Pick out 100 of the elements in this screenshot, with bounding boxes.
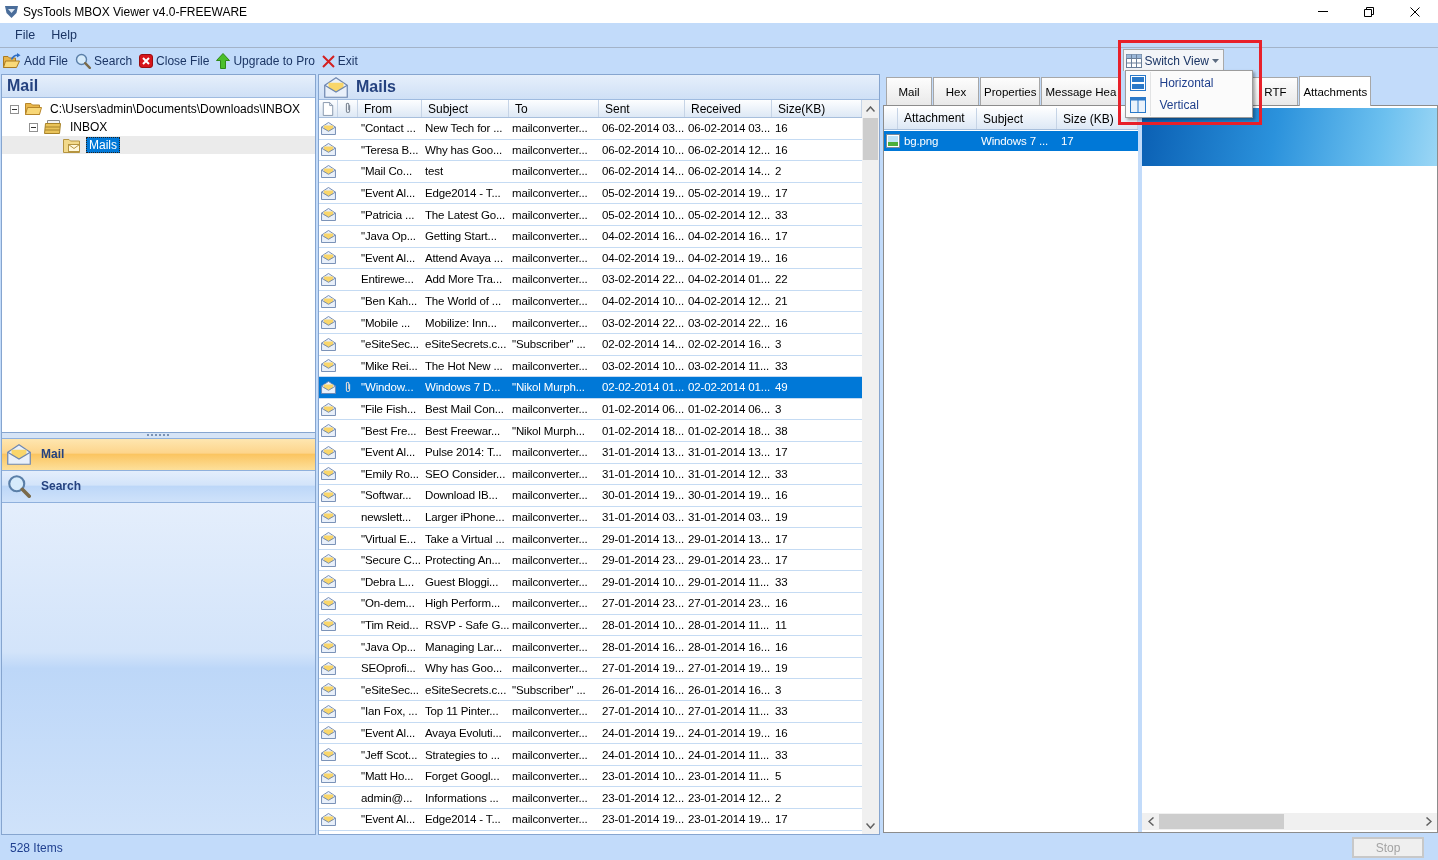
- search-button[interactable]: Search: [74, 50, 137, 72]
- tree-item[interactable]: Mails: [86, 137, 120, 153]
- column-header[interactable]: To: [509, 100, 599, 117]
- mail-row[interactable]: "Mail Co... test mailconverter... 06-02-2014 14... 06-02-2014 14... 2: [319, 161, 862, 183]
- mail-row[interactable]: "Contact ... New Tech for ... mailconverter... 06-02-2014 03... 06-02-2014 03... 16: [319, 118, 862, 140]
- mail-row[interactable]: "eSiteSec... eSiteSecrets.c... "Subscriber" ... 02-02-2014 14... 02-02-2014 16... 3: [319, 333, 862, 356]
- envelope-icon: [321, 791, 336, 805]
- table-cell-text: 01-02-2014 06...: [687, 403, 771, 415]
- nav-button[interactable]: Mail: [2, 437, 315, 470]
- mail-row[interactable]: "Tim Reid... RSVP - Safe G... mailconverter... 28-01-2014 10... 28-01-2014 11... 11: [319, 614, 862, 637]
- tree-item[interactable]: INBOX: [67, 119, 111, 135]
- table-cell-text: mailconverter...: [511, 662, 589, 675]
- table-cell-text: The Hot New ...: [424, 359, 504, 372]
- mail-row[interactable]: "Softwar... Download IB... mailconverter... 30-01-2014 19... 30-01-2014 19... 16: [319, 485, 862, 507]
- tab[interactable]: Hex: [933, 77, 979, 105]
- menu-item[interactable]: Horizontal: [1125, 72, 1252, 94]
- mail-row[interactable]: "Event Al... Avaya Evoluti... mailconverter... 24-01-2014 19... 24-01-2014 19... 16: [319, 722, 862, 745]
- menu-item[interactable]: Help: [43, 25, 85, 45]
- mail-row[interactable]: newslett... Larger iPhone... mailconverter... 31-01-2014 03... 31-01-2014 03... 19: [319, 506, 862, 529]
- table-cell-text: 38: [774, 424, 789, 437]
- mail-row[interactable]: "Matt Ho... Forget Googl... mailconverter... 23-01-2014 10... 23-01-2014 11... 5: [319, 765, 862, 788]
- column-header[interactable]: Subject: [422, 100, 509, 117]
- table-cell-text: 26-01-2014 16...: [601, 683, 685, 696]
- chevron-right-icon[interactable]: [1425, 817, 1432, 826]
- table-cell-text: 23-01-2014 11...: [687, 770, 771, 783]
- chevron-up-icon[interactable]: [866, 105, 875, 112]
- mail-row[interactable]: "Event Al... Edge2014 - T... mailconverter... 23-01-2014 19... 23-01-2014 19... 17: [319, 809, 862, 831]
- table-cell-text: 33: [774, 575, 789, 588]
- mail-row[interactable]: "Java Op... Managing Lar... mailconverter... 28-01-2014 16... 28-01-2014 16... 16: [319, 636, 862, 658]
- envelope-icon: [321, 618, 336, 632]
- mail-row[interactable]: "Debra L... Guest Bloggi... mailconverter... 29-01-2014 10... 29-01-2014 11... 33: [319, 571, 862, 594]
- envelope-icon: [321, 143, 336, 157]
- column-header[interactable]: From: [358, 100, 422, 117]
- tab[interactable]: Attachments: [1299, 76, 1372, 106]
- envelope-icon: [321, 575, 336, 589]
- mail-row[interactable]: "Event Al... Pulse 2014: T... mailconverter... 31-01-2014 13... 31-01-2014 13... 17: [319, 441, 862, 464]
- item-count: 528 Items: [10, 840, 63, 855]
- mail-row[interactable]: "Jeff Scot... Strategies to ... mailconverter... 24-01-2014 10... 24-01-2014 11... 33: [319, 744, 862, 766]
- mail-row[interactable]: "Patricia ... The Latest Go... mailconverter... 05-02-2014 10... 05-02-2014 12... 33: [319, 204, 862, 226]
- tab[interactable]: Mail: [886, 77, 932, 105]
- column-header[interactable]: Attachment: [898, 108, 977, 129]
- mail-row[interactable]: "Teresa B... Why has Goo... mailconverter... 06-02-2014 10... 06-02-2014 12... 16: [319, 139, 862, 162]
- vertical-scrollbar[interactable]: [862, 100, 879, 834]
- upgrade-button[interactable]: Upgrade to Pro: [215, 50, 319, 72]
- envelope-icon: [321, 748, 336, 761]
- table-cell-text: 06-02-2014 14...: [601, 165, 685, 178]
- mail-row[interactable]: "Emily Ro... SEO Consider... mailconverter... 31-01-2014 10... 31-01-2014 12... 33: [319, 463, 862, 486]
- mail-row[interactable]: "File Fish... Best Mail Con... mailconverter... 01-02-2014 06... 01-02-2014 06... 3: [319, 398, 862, 421]
- switch-view-button[interactable]: Switch View: [1122, 49, 1224, 71]
- mail-row[interactable]: "Event Al... Edge2014 - T... mailconverter... 05-02-2014 19... 05-02-2014 19... 17: [319, 182, 862, 205]
- tab[interactable]: Properties: [980, 77, 1041, 105]
- collapse-icon[interactable]: [10, 104, 19, 114]
- page-icon[interactable]: [322, 101, 334, 116]
- tab[interactable]: Message Hea: [1041, 77, 1121, 105]
- mail-row[interactable]: "Window... Windows 7 D... "Nikol Murph... 02-02-2014 01... 02-02-2014 01... 49: [319, 377, 862, 399]
- table-cell-text: "Virtual E...: [360, 532, 417, 545]
- close-icon: [139, 54, 154, 68]
- search-icon: [7, 474, 31, 498]
- mail-row[interactable]: Entirewe... Add More Tra... mailconverter... 03-02-2014 22... 04-02-2014 01... 22: [319, 269, 862, 291]
- mail-row[interactable]: "On-dem... High Perform... mailconverter... 27-01-2014 23... 27-01-2014 23... 16: [319, 593, 862, 615]
- chevron-left-icon[interactable]: [1147, 817, 1154, 826]
- column-header[interactable]: Subject: [977, 108, 1057, 129]
- mail-row[interactable]: "Ian Fox, ... Top 11 Pinter... mailconverter... 27-01-2014 10... 27-01-2014 11... 33: [319, 701, 862, 723]
- mail-row[interactable]: "Event Al... Attend Avaya ... mailconverter... 04-02-2014 19... 04-02-2014 19... 16: [319, 247, 862, 270]
- tree-item[interactable]: C:\Users\admin\Documents\Downloads\INBOX: [47, 101, 304, 117]
- folder-icon: [25, 102, 42, 116]
- mail-row[interactable]: "Java Op... Getting Start... mailconverter... 04-02-2014 16... 04-02-2014 16... 17: [319, 225, 862, 248]
- table-cell-text: "Ian Fox, ...: [360, 705, 419, 718]
- mail-row[interactable]: "Secure C... Protecting An... mailconverter... 29-01-2014 23... 29-01-2014 23... 17: [319, 549, 862, 572]
- nav-button[interactable]: Search: [2, 469, 315, 502]
- column-header[interactable]: Sent: [599, 100, 685, 117]
- table-cell-text: The Latest Go...: [424, 208, 507, 221]
- envelope-icon: [321, 596, 336, 610]
- envelope-icon: [321, 272, 336, 286]
- mail-row[interactable]: "Virtual E... Take a Virtual ... mailconverter... 29-01-2014 13... 29-01-2014 13... 17: [319, 528, 862, 550]
- table-cell-text: 27-01-2014 19...: [687, 662, 771, 675]
- scrollbar-thumb[interactable]: [1159, 814, 1284, 829]
- mail-row[interactable]: "Best Fre... Best Freewar... "Nikol Murph... 01-02-2014 18... 01-02-2014 18... 38: [319, 420, 862, 442]
- column-header[interactable]: Received: [685, 100, 772, 117]
- chevron-down-icon[interactable]: [866, 822, 875, 829]
- table-cell-text: Edge2014 - T...: [424, 813, 502, 826]
- mail-row[interactable]: "eSiteSec... eSiteSecrets.c... "Subscriber" ... 26-01-2014 16... 26-01-2014 16... 3: [319, 679, 862, 702]
- table-cell-text: Entirewe...: [360, 273, 415, 286]
- close-file-button[interactable]: Close File: [138, 50, 214, 72]
- mail-row[interactable]: "Ben Kah... The World of ... mailconverter... 04-02-2014 10... 04-02-2014 12... 21: [319, 290, 862, 313]
- mail-row[interactable]: admin@... Informations ... mailconverter... 23-01-2014 12... 23-01-2014 12... 2: [319, 787, 862, 809]
- mail-row[interactable]: "Mobile ... Mobilize: Inn... mailconverter... 03-02-2014 22... 03-02-2014 22... 16: [319, 312, 862, 334]
- horizontal-scrollbar[interactable]: [1142, 813, 1437, 830]
- scrollbar-thumb[interactable]: [863, 118, 878, 160]
- menu-item[interactable]: File: [7, 25, 44, 45]
- attachment-row[interactable]: bg.png Windows 7 ... 17: [884, 131, 1138, 151]
- table-cell-text: Edge2014 - T...: [424, 187, 502, 200]
- paperclip-icon: [343, 102, 352, 115]
- collapse-icon[interactable]: [29, 122, 38, 132]
- tab[interactable]: RTF: [1252, 77, 1299, 105]
- mail-row[interactable]: SEOprofi... Why has Goo... mailconverter... 27-01-2014 19... 27-01-2014 19... 19: [319, 657, 862, 680]
- exit-button[interactable]: Exit: [320, 50, 362, 72]
- table-cell-text: "Event Al...: [360, 187, 417, 200]
- add-file-button[interactable]: Add File: [2, 50, 73, 72]
- table-cell-text: Best Freewar...: [424, 424, 502, 437]
